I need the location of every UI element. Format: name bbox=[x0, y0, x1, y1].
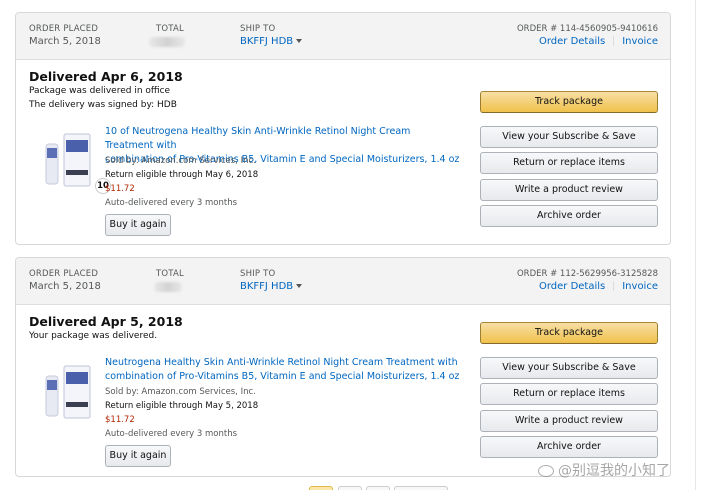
ship-to-dropdown[interactable]: BKFFJ HDB bbox=[240, 281, 303, 292]
total-label: TOTAL bbox=[156, 269, 184, 279]
weibo-logo-icon bbox=[538, 465, 554, 477]
product-image[interactable] bbox=[44, 130, 94, 190]
page-divider bbox=[695, 0, 696, 490]
order-card: ORDER PLACED March 5, 2018 TOTAL SHIP TO… bbox=[15, 12, 671, 245]
watermark: @别逗我的小知了 bbox=[538, 460, 670, 480]
sold-by: Sold by: Amazon.com Services, Inc. bbox=[105, 387, 256, 397]
order-details-link[interactable]: Order Details bbox=[539, 281, 605, 292]
delivery-status: Delivered Apr 6, 2018 bbox=[29, 69, 183, 84]
link-separator bbox=[613, 36, 615, 46]
return-replace-button[interactable]: Return or replace items bbox=[480, 152, 658, 174]
archive-order-button[interactable]: Archive order bbox=[480, 205, 658, 227]
price: $11.72 bbox=[105, 415, 135, 425]
invoice-link[interactable]: Invoice bbox=[622, 36, 658, 47]
ship-to-dropdown[interactable]: BKFFJ HDB bbox=[240, 36, 303, 47]
pagination-current-page[interactable] bbox=[309, 486, 333, 490]
write-review-button[interactable]: Write a product review bbox=[480, 410, 658, 432]
price: $11.72 bbox=[105, 184, 135, 194]
archive-order-button[interactable]: Archive order bbox=[480, 436, 658, 458]
ship-to-label: SHIP TO bbox=[240, 269, 276, 279]
ship-to-name[interactable]: BKFFJ HDB bbox=[240, 36, 293, 47]
watermark-text: @别逗我的小知了 bbox=[558, 463, 670, 479]
order-placed-label: ORDER PLACED bbox=[29, 269, 99, 279]
order-header: ORDER PLACED March 5, 2018 TOTAL SHIP TO… bbox=[16, 13, 670, 60]
pagination-page[interactable] bbox=[366, 486, 390, 490]
product-title-link[interactable]: Neutrogena Healthy Skin Anti-Wrinkle Ret… bbox=[105, 356, 460, 384]
sold-by: Sold by: Amazon.com Services, Inc. bbox=[105, 156, 256, 166]
ship-to-name[interactable]: BKFFJ HDB bbox=[240, 281, 293, 292]
product-title-line2[interactable]: combination of Pro-Vitamins B5, Vitamin … bbox=[105, 371, 459, 382]
order-card: ORDER PLACED March 5, 2018 TOTAL SHIP TO… bbox=[15, 257, 671, 477]
order-details-link[interactable]: Order Details bbox=[539, 36, 605, 47]
caret-down-icon bbox=[296, 39, 303, 43]
write-review-button[interactable]: Write a product review bbox=[480, 179, 658, 201]
order-number: ORDER # 112-5629956-3125828 bbox=[516, 269, 658, 279]
total-label: TOTAL bbox=[156, 24, 184, 34]
auto-delivered: Auto-delivered every 3 months bbox=[105, 429, 238, 439]
delivery-note: Your package was delivered. bbox=[29, 331, 158, 341]
return-eligible: Return eligible through May 5, 2018 bbox=[105, 401, 259, 411]
product-image[interactable] bbox=[44, 362, 94, 422]
link-separator bbox=[613, 281, 615, 291]
order-links: Order Details Invoice bbox=[539, 36, 658, 47]
return-replace-button[interactable]: Return or replace items bbox=[480, 383, 658, 405]
buy-it-again-button[interactable]: Buy it again bbox=[105, 445, 171, 467]
pagination-page[interactable] bbox=[338, 486, 362, 490]
total-value-redacted bbox=[149, 37, 185, 47]
total-value-redacted bbox=[154, 282, 182, 292]
order-number: ORDER # 114-4560905-9410616 bbox=[516, 24, 658, 34]
track-package-button[interactable]: Track package bbox=[480, 91, 658, 113]
order-links: Order Details Invoice bbox=[539, 281, 658, 292]
order-placed-label: ORDER PLACED bbox=[29, 24, 99, 34]
order-header: ORDER PLACED March 5, 2018 TOTAL SHIP TO… bbox=[16, 258, 670, 305]
delivery-note: Package was delivered in office bbox=[29, 86, 171, 96]
delivery-signature: The delivery was signed by: HDB bbox=[29, 100, 177, 110]
order-placed-date: March 5, 2018 bbox=[29, 36, 101, 47]
pagination-next[interactable] bbox=[394, 486, 448, 490]
product-title-line1[interactable]: Neutrogena Healthy Skin Anti-Wrinkle Ret… bbox=[105, 357, 458, 368]
delivery-status: Delivered Apr 5, 2018 bbox=[29, 314, 183, 329]
product-title-line1[interactable]: 10 of Neutrogena Healthy Skin Anti-Wrink… bbox=[105, 126, 410, 151]
ship-to-label: SHIP TO bbox=[240, 24, 276, 34]
buy-it-again-button[interactable]: Buy it again bbox=[105, 214, 171, 236]
invoice-link[interactable]: Invoice bbox=[622, 281, 658, 292]
return-eligible: Return eligible through May 6, 2018 bbox=[105, 170, 259, 180]
track-package-button[interactable]: Track package bbox=[480, 322, 658, 344]
auto-delivered: Auto-delivered every 3 months bbox=[105, 198, 238, 208]
order-placed-date: March 5, 2018 bbox=[29, 281, 101, 292]
caret-down-icon bbox=[296, 284, 303, 288]
subscribe-save-button[interactable]: View your Subscribe & Save bbox=[480, 357, 658, 379]
subscribe-save-button[interactable]: View your Subscribe & Save bbox=[480, 126, 658, 148]
